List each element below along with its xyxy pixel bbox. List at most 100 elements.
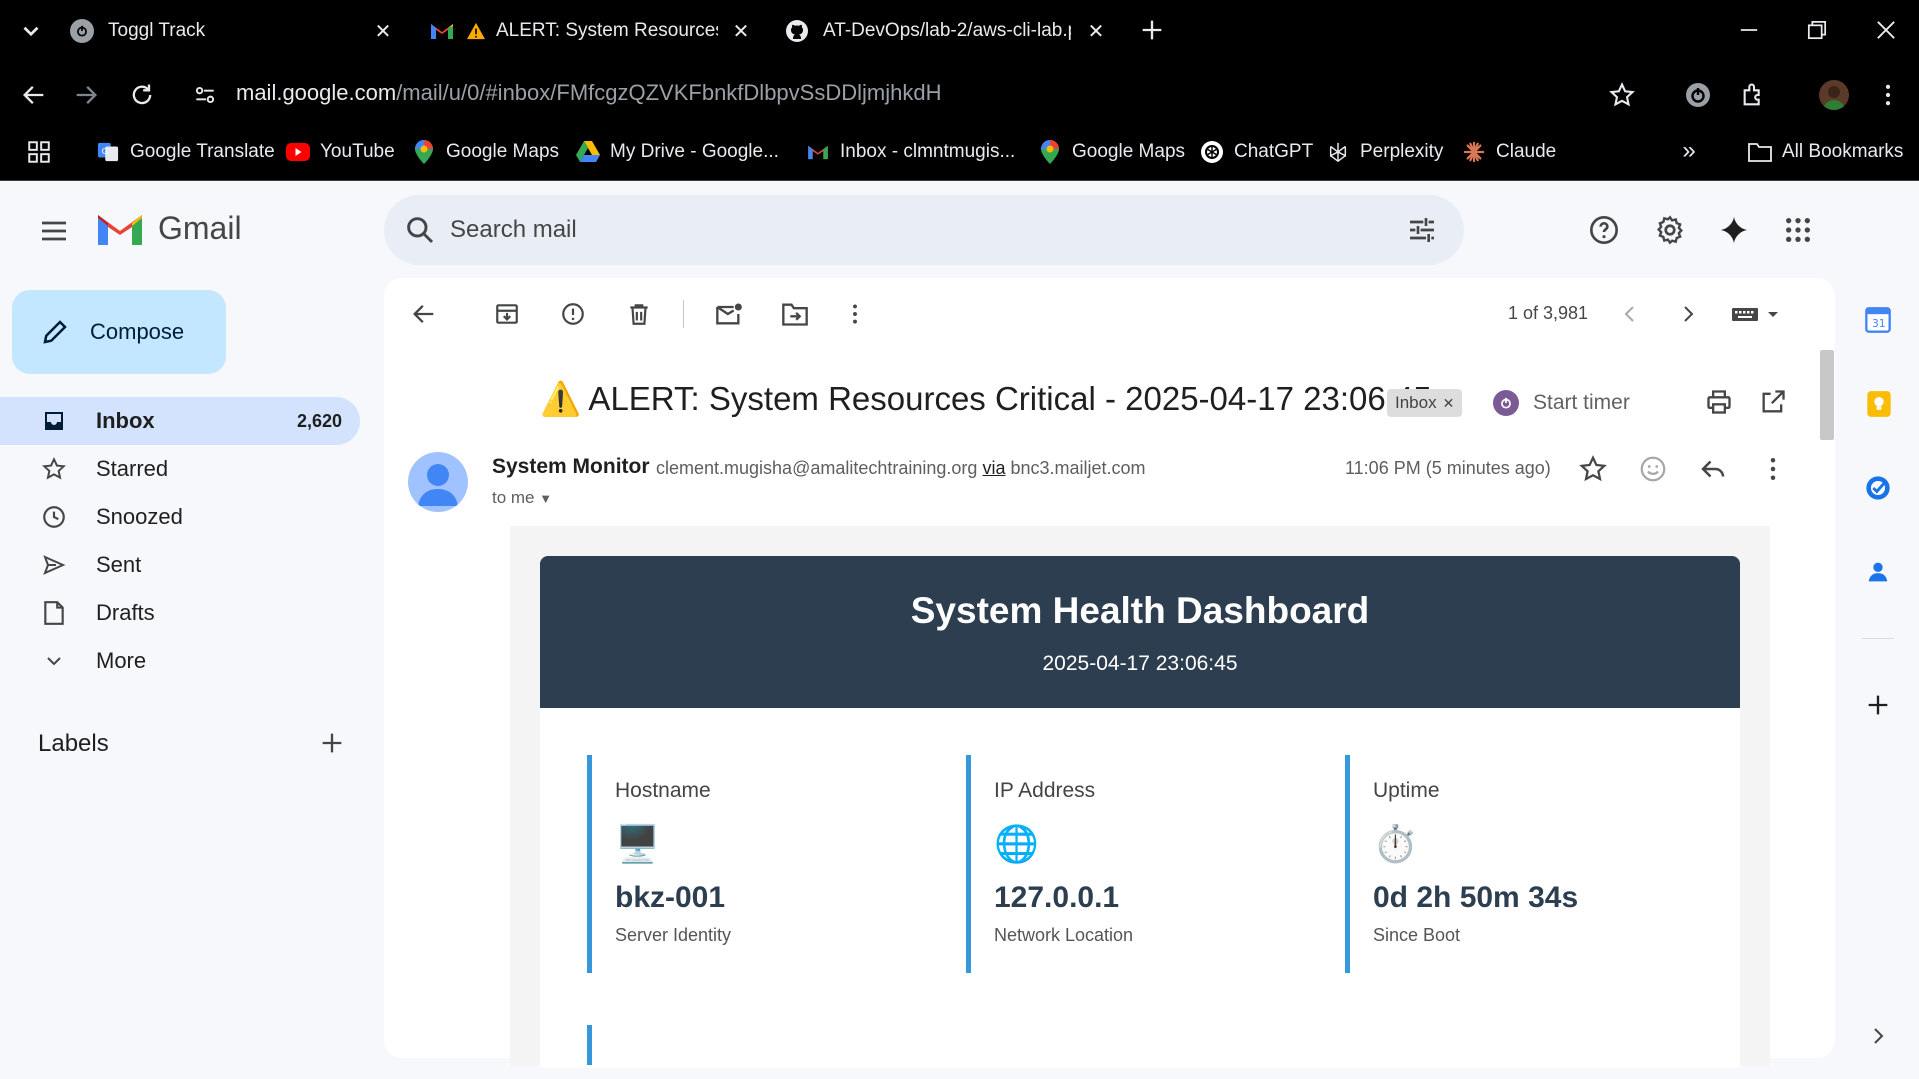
keep-app-button[interactable] (1866, 390, 1892, 418)
apps-button[interactable] (26, 139, 52, 165)
close-icon[interactable]: ✕ (370, 18, 396, 44)
bookmark-perplexity[interactable]: Perplexity (1326, 136, 1443, 168)
extensions-button[interactable] (1740, 81, 1768, 109)
site-info-button[interactable] (192, 82, 218, 108)
reload-button[interactable] (128, 81, 156, 109)
more-bookmarks-button[interactable]: » (1676, 138, 1702, 164)
tab-github[interactable]: AT-DevOps/lab-2/aws-cli-lab.p ✕ (785, 10, 1115, 52)
start-timer-button[interactable]: Start timer (1493, 390, 1630, 416)
input-tools-button[interactable] (1728, 298, 1782, 330)
bookmark-google-maps-2[interactable]: Google Maps (1038, 136, 1185, 168)
tab-strip: Toggl Track ✕ ALERT: System Resources Cr… (0, 0, 1919, 61)
gemini-button[interactable] (1718, 214, 1750, 246)
browser-menu-button[interactable] (1874, 81, 1902, 109)
nav-label: More (96, 648, 147, 673)
nav-item-snoozed[interactable]: Snoozed (0, 493, 360, 541)
move-to-button[interactable] (779, 298, 811, 330)
search-icon[interactable] (404, 214, 436, 246)
plus-icon (1868, 695, 1888, 715)
tab-search-button[interactable] (18, 18, 44, 44)
restore-button[interactable] (1803, 16, 1831, 44)
report-spam-button[interactable] (557, 298, 589, 330)
tab-toggl[interactable]: Toggl Track ✕ (70, 10, 400, 52)
search-input[interactable]: Search mail (450, 216, 577, 244)
google-apps-button[interactable] (1782, 214, 1814, 246)
star-email-button[interactable] (1578, 454, 1608, 484)
profile-avatar[interactable] (1819, 80, 1849, 110)
via-link[interactable]: via (982, 458, 1005, 478)
mark-unread-button[interactable] (713, 298, 745, 330)
toggl-extension-button[interactable] (1686, 83, 1710, 107)
keep-icon (1867, 391, 1891, 417)
close-icon[interactable]: ✕ (1083, 18, 1109, 44)
recipients-toggle[interactable]: to me ▼ (492, 488, 552, 508)
svg-text:G: G (102, 146, 108, 156)
print-button[interactable] (1705, 388, 1733, 416)
tab-title: AT-DevOps/lab-2/aws-cli-lab.p (823, 20, 1071, 41)
tasks-app-button[interactable] (1864, 474, 1892, 502)
nav-item-starred[interactable]: Starred (0, 445, 360, 493)
new-tab-button[interactable] (1138, 16, 1166, 44)
pagination-text: 1 of 3,981 (1508, 303, 1589, 323)
bookmark-google-maps[interactable]: Google Maps (412, 136, 559, 168)
remove-label-icon[interactable]: ✕ (1443, 395, 1455, 412)
archive-button[interactable] (491, 298, 523, 330)
tab-gmail-alert[interactable]: ALERT: System Resources Cr ✕ (430, 10, 760, 52)
star-outline-icon (1609, 82, 1635, 107)
move-folder-icon (782, 303, 808, 326)
unread-count: 2,620 (296, 410, 342, 431)
add-reaction-button[interactable] (1638, 454, 1668, 484)
tab-title: Toggl Track (108, 20, 206, 41)
search-options-button[interactable] (1406, 214, 1438, 246)
gmail-logo[interactable]: Gmail (96, 210, 242, 247)
bookmark-claude[interactable]: Claude (1462, 136, 1556, 168)
settings-button[interactable] (1654, 214, 1686, 246)
label-chip-inbox[interactable]: Inbox ✕ (1387, 389, 1463, 417)
main-menu-button[interactable] (38, 215, 70, 247)
compose-button[interactable]: Compose (12, 290, 226, 374)
scrollbar-thumb[interactable] (1820, 350, 1834, 440)
maps-icon (1038, 140, 1062, 164)
url-path: /mail/u/0/#inbox/FMfcgzQZVKFbnkfDlbpvSsD… (396, 80, 942, 105)
nav-label: Drafts (96, 600, 155, 625)
more-actions-button[interactable] (839, 298, 871, 330)
delete-button[interactable] (623, 298, 655, 330)
back-to-inbox-button[interactable] (408, 298, 440, 330)
reply-button[interactable] (1698, 454, 1728, 484)
message-more-button[interactable] (1758, 454, 1788, 484)
bookmark-chatgpt[interactable]: ChatGPT (1200, 136, 1313, 168)
calendar-app-button[interactable]: 31 (1864, 306, 1892, 334)
all-bookmarks-button[interactable]: All Bookmarks (1748, 136, 1903, 168)
nav-item-sent[interactable]: Sent (0, 541, 360, 589)
get-addons-button[interactable] (1864, 691, 1892, 719)
close-icon[interactable]: ✕ (728, 18, 754, 44)
bookmark-inbox[interactable]: Inbox - clmntmugis... (806, 136, 1015, 168)
claude-icon (1462, 140, 1486, 164)
nav-item-drafts[interactable]: Drafts (0, 589, 360, 637)
bookmark-google-translate[interactable]: G Google Translate (96, 136, 275, 168)
open-new-window-button[interactable] (1759, 388, 1787, 416)
address-bar[interactable]: mail.google.com/mail/u/0/#inbox/FMfcgzQZ… (236, 80, 941, 106)
older-button[interactable] (1672, 298, 1704, 330)
bookmark-my-drive[interactable]: My Drive - Google... (576, 136, 779, 168)
nav-item-more[interactable]: More (0, 637, 360, 685)
gear-icon (1657, 215, 1683, 245)
newer-button[interactable] (1614, 298, 1646, 330)
bookmark-star-button[interactable] (1608, 81, 1636, 109)
forward-button[interactable] (72, 81, 100, 109)
contacts-app-button[interactable] (1864, 558, 1892, 586)
bookmark-youtube[interactable]: YouTube (286, 136, 395, 168)
create-label-button[interactable] (318, 729, 346, 757)
minimize-button[interactable] (1735, 16, 1763, 44)
translate-icon: G (96, 140, 120, 164)
sender-avatar[interactable] (408, 452, 468, 512)
close-window-button[interactable] (1872, 16, 1900, 44)
show-side-panel-button[interactable] (1866, 1024, 1890, 1048)
reload-icon (132, 84, 152, 105)
more-vertical-icon (1770, 458, 1776, 480)
nav-item-inbox[interactable]: Inbox 2,620 (0, 397, 360, 445)
gmail-wordmark: Gmail (158, 210, 242, 246)
sender-name[interactable]: System Monitor (492, 455, 650, 479)
support-button[interactable] (1588, 214, 1620, 246)
back-button[interactable] (20, 81, 48, 109)
